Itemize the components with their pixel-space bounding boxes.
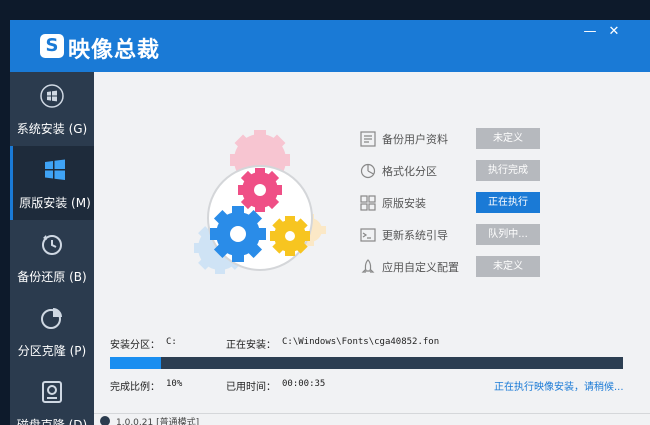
step-label: 格式化分区 <box>382 165 437 178</box>
partition-label: 安装分区： <box>110 340 160 351</box>
sidebar-item-backup-restore[interactable]: 备份还原 (B) <box>10 220 94 294</box>
sidebar: 系统安装 (G) 原版安装 (M) 备份还原 (B) 分区克隆 (P) 磁盘克隆… <box>10 72 94 425</box>
elapsed-value: 00:00:35 <box>282 379 326 389</box>
title-bar[interactable]: S 映像总裁 — ✕ <box>10 20 650 72</box>
ratio-value: 10% <box>166 379 183 389</box>
sidebar-item-original-install[interactable]: 原版安装 (M) <box>10 146 94 220</box>
windows-flag-icon <box>40 84 64 108</box>
gears-illustration <box>194 130 326 274</box>
sidebar-item-label: 备份还原 (B) <box>17 270 87 284</box>
app-title: 映像总裁 <box>68 38 161 63</box>
pie-chart-icon <box>41 308 62 329</box>
status-bar: 1.0.0.21 [普通模式] <box>94 413 650 425</box>
step-label: 原版安装 <box>382 197 426 210</box>
sidebar-item-disk-clone[interactable]: 磁盘克隆 (D) <box>10 368 94 425</box>
disk-clone-icon <box>42 381 62 403</box>
status-message: 正在执行映像安装，请稍候... <box>494 382 624 393</box>
step-status-badge: 队列中... <box>476 224 540 245</box>
partition-icon <box>360 163 376 179</box>
step-status-badge: 未定义 <box>476 256 540 277</box>
step-status-badge: 执行完成 <box>476 160 540 181</box>
sidebar-item-label: 系统安装 (G) <box>16 122 88 136</box>
windows-tiles-icon <box>45 159 65 180</box>
info-icon <box>100 416 110 425</box>
install-progress-bar <box>110 357 623 369</box>
elapsed-label: 已用时间： <box>226 382 276 393</box>
rocket-icon <box>361 259 375 273</box>
ratio-label: 完成比例： <box>110 382 160 393</box>
step-label: 更新系统引导 <box>382 229 448 242</box>
step-label: 备份用户资料 <box>382 133 448 146</box>
app-logo-icon: S <box>40 34 64 58</box>
version-mode-text: 1.0.0.21 [普通模式] <box>116 418 200 425</box>
sidebar-item-label: 分区克隆 (P) <box>17 344 87 358</box>
backup-clock-icon <box>42 235 62 255</box>
boot-icon <box>360 228 376 242</box>
sidebar-item-label: 原版安装 (M) <box>19 196 91 210</box>
sidebar-item-system-install[interactable]: 系统安装 (G) <box>10 72 94 146</box>
step-status-badge: 正在执行 <box>476 192 540 213</box>
installing-label: 正在安装： <box>226 340 276 351</box>
step-label: 应用自定义配置 <box>382 261 459 274</box>
close-button[interactable]: ✕ <box>606 24 622 40</box>
progress-fill <box>110 357 162 369</box>
app-window: S 映像总裁 — ✕ 系统安装 (G) 原版安装 (M) 备份还原 (B) 分区… <box>10 20 650 425</box>
minimize-button[interactable]: — <box>582 24 598 40</box>
sidebar-item-partition-clone[interactable]: 分区克隆 (P) <box>10 294 94 368</box>
windows-tiles-icon <box>360 195 376 211</box>
user-backup-icon <box>360 131 376 147</box>
installing-file-path: C:\Windows\Fonts\cga40852.fon <box>282 337 440 347</box>
sidebar-item-label: 磁盘克隆 (D) <box>16 418 88 425</box>
partition-value: C: <box>166 337 177 347</box>
step-status-badge: 未定义 <box>476 128 540 149</box>
